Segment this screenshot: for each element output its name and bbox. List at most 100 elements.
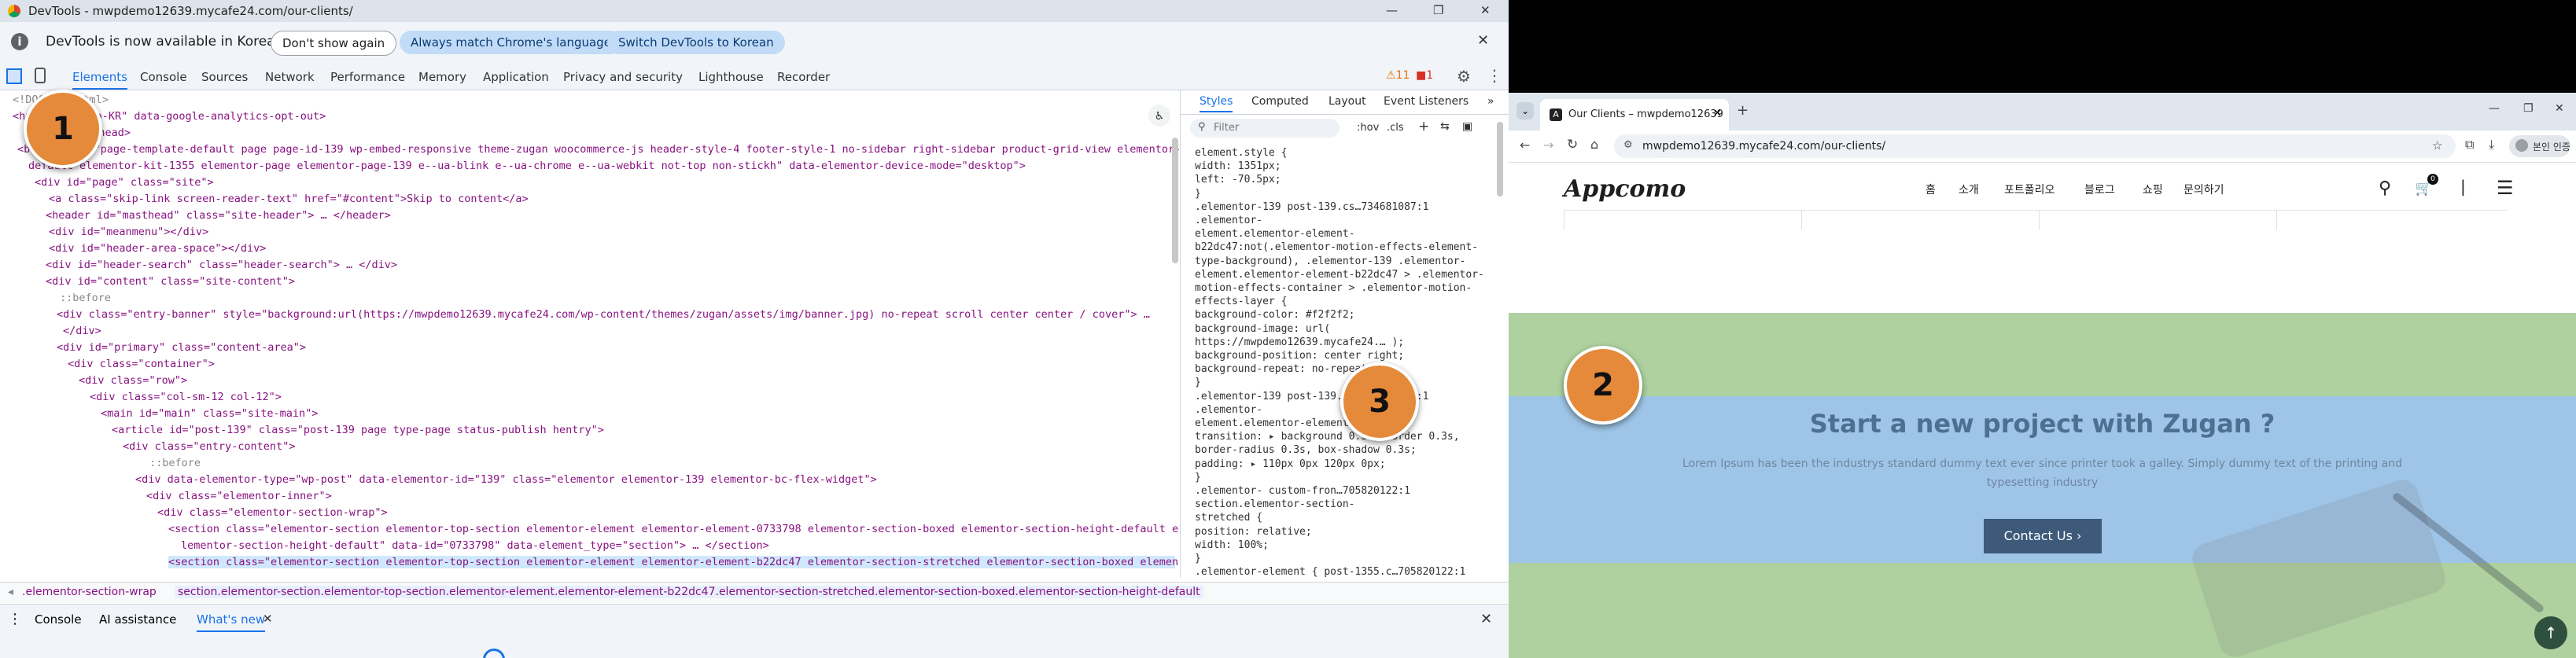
dom-pseudo[interactable]: ::before — [60, 292, 111, 304]
dom-node[interactable]: <div id="header-area-space"></div> — [49, 242, 266, 255]
css-rule-line[interactable]: background-repeat: no-repeat; — [1195, 363, 1373, 375]
nav-item-portfolio[interactable]: 포트폴리오 — [2004, 182, 2055, 197]
dom-node[interactable]: <main id="main" class="site-main"> — [101, 407, 318, 420]
css-rule-line[interactable]: type-background), .elementor-139 .elemen… — [1195, 255, 1465, 267]
dom-node[interactable]: <body class="page-template-default page … — [17, 143, 1181, 156]
home-icon[interactable]: ⌂ — [1590, 137, 1598, 152]
css-rule-line[interactable]: stretched { — [1195, 512, 1262, 524]
nav-item-contact[interactable]: 문의하기 — [2184, 182, 2224, 197]
tab-privacy-security[interactable]: Privacy and security — [563, 70, 683, 84]
dom-node[interactable]: <div class="col-sm-12 col-12"> — [90, 391, 282, 403]
css-rule-line[interactable]: element.elementor-element-b22dc47 > .ele… — [1195, 269, 1484, 281]
css-rule-line[interactable]: position: relative; — [1195, 526, 1312, 538]
new-tab-icon[interactable]: + — [1737, 102, 1749, 119]
css-rule-line[interactable]: .elementor- custom-fron…705820122:1 — [1195, 485, 1410, 497]
css-rule-line[interactable]: b22dc47:not(.elementor-motion-effects-el… — [1195, 241, 1478, 253]
url-text[interactable]: mwpdemo12639.mycafe24.com/our-clients/ — [1642, 140, 1885, 153]
tab-layout[interactable]: Layout — [1329, 95, 1366, 108]
dom-node[interactable]: <div id="content" class="site-content"> — [46, 275, 295, 288]
reload-icon[interactable]: ↻ — [1567, 137, 1578, 153]
dom-node[interactable]: </div> — [63, 325, 101, 337]
close-window-icon[interactable]: ✕ — [1480, 3, 1491, 17]
tab-console[interactable]: Console — [140, 70, 187, 84]
drawer-menu-icon[interactable]: ⋮ — [8, 611, 22, 627]
switch-language-button[interactable]: Switch DevTools to Korean — [607, 31, 785, 54]
close-infobar-icon[interactable]: ✕ — [1477, 32, 1489, 49]
css-rule-line[interactable]: width: 1351px; — [1195, 160, 1281, 172]
nav-item-shop[interactable]: 쇼핑 — [2143, 182, 2163, 197]
contact-us-button[interactable]: Contact Us › — [1984, 519, 2102, 553]
drawer-tab-console[interactable]: Console — [35, 612, 82, 627]
breadcrumb-left-arrow[interactable]: ◂ — [8, 586, 13, 598]
dom-node-selected[interactable]: <section class="elementor-section elemen… — [168, 556, 1178, 568]
css-rule-line[interactable]: left: -70.5px; — [1195, 174, 1281, 186]
css-rule-line[interactable]: background-color: #f2f2f2; — [1195, 309, 1355, 321]
dom-node[interactable]: <div id="meanmenu"></div> — [49, 226, 208, 238]
tab-computed[interactable]: Computed — [1251, 95, 1309, 108]
more-tabs-icon[interactable]: » — [1487, 95, 1494, 108]
css-rule-line[interactable]: padding: ▸ 110px 0px 120px 0px; — [1195, 458, 1386, 470]
css-rule-line[interactable]: section.elementor-section- — [1195, 498, 1355, 510]
tab-performance[interactable]: Performance — [330, 70, 405, 84]
tab-event-listeners[interactable]: Event Listeners — [1384, 95, 1469, 108]
tab-elements[interactable]: Elements — [72, 70, 127, 90]
more-options-icon[interactable]: ⋮ — [1487, 66, 1502, 85]
site-logo[interactable]: Appcomo — [1564, 175, 1686, 203]
dom-node[interactable]: <a class="skip-link screen-reader-text" … — [49, 193, 529, 205]
dom-node[interactable]: <div class="row"> — [79, 374, 187, 387]
css-rule-line[interactable]: } — [1195, 553, 1201, 564]
css-rule-line[interactable]: background-image: url( — [1195, 323, 1330, 335]
tab-recorder[interactable]: Recorder — [777, 70, 830, 84]
add-rule-icon[interactable]: + — [1418, 119, 1429, 134]
dom-pseudo[interactable]: ::before — [149, 457, 201, 469]
menu-hamburger-icon[interactable]: ☰ — [2497, 177, 2514, 199]
dom-node[interactable]: <div id="page" class="site"> — [35, 176, 214, 189]
close-window-icon[interactable]: ✕ — [2555, 102, 2564, 115]
dom-node[interactable]: default elementor-kit-1355 elementor-pag… — [28, 160, 1026, 172]
dom-node[interactable]: <div data-elementor-type="wp-post" data-… — [135, 473, 877, 486]
toggle-element-state-icon[interactable]: ⇆ — [1440, 120, 1450, 133]
download-icon[interactable]: ⤓ — [2489, 137, 2494, 153]
back-icon[interactable]: ← — [1520, 138, 1530, 153]
accessibility-icon[interactable]: ♿ — [1148, 105, 1170, 127]
scroll-top-icon[interactable]: ↑ — [2534, 616, 2567, 649]
css-rule-line[interactable]: } — [1195, 472, 1201, 483]
tab-network[interactable]: Network — [265, 70, 315, 84]
computed-sidebar-icon[interactable]: ▣ — [1462, 120, 1472, 133]
search-icon[interactable]: ⚲ — [2379, 178, 2391, 198]
match-language-button[interactable]: Always match Chrome's language — [400, 31, 622, 54]
browser-tab[interactable]: A Our Clients – mwpdemo12639 ✕ — [1540, 99, 1729, 130]
dom-node[interactable]: <div class="entry-content"> — [123, 440, 295, 453]
dom-node[interactable]: <div id="header-search" class="header-se… — [46, 259, 397, 271]
tab-application[interactable]: Application — [483, 70, 549, 84]
dom-node[interactable]: <div class="elementor-inner"> — [146, 490, 332, 502]
dom-node[interactable]: <div class="elementor-section-wrap"> — [157, 506, 388, 519]
dom-node[interactable]: <header id="masthead" class="site-header… — [46, 209, 391, 222]
dom-node[interactable]: <article id="post-139" class="post-139 p… — [112, 424, 604, 436]
tab-styles[interactable]: Styles — [1200, 95, 1233, 112]
close-tab-icon[interactable]: ✕ — [1713, 108, 1722, 119]
css-rule-line[interactable]: background-position: center right; — [1195, 350, 1404, 362]
breadcrumb-item[interactable]: .elementor-section-wrap — [22, 586, 157, 598]
inspect-element-icon[interactable] — [6, 68, 22, 84]
dom-node[interactable]: lementor-section-height-default" data-id… — [181, 539, 769, 552]
css-rule-line[interactable]: } — [1195, 188, 1201, 200]
tab-lighthouse[interactable]: Lighthouse — [698, 70, 764, 84]
css-rule-line[interactable]: https://mwpdemo12639.mycafe24.… ); — [1195, 336, 1404, 348]
css-rule-line[interactable]: } — [1195, 377, 1201, 388]
css-rule-line[interactable]: .elementor- — [1195, 215, 1262, 226]
minimize-icon[interactable]: — — [2489, 102, 2500, 115]
address-bar[interactable]: ⚙ mwpdemo12639.mycafe24.com/our-clients/… — [1614, 134, 2456, 158]
settings-gear-icon[interactable]: ⚙ — [1457, 67, 1471, 86]
hov-button[interactable]: :hov — [1357, 122, 1379, 134]
close-drawer-icon[interactable]: ✕ — [1480, 611, 1492, 627]
dont-show-again-button[interactable]: Don't show again — [271, 31, 397, 56]
nav-item-about[interactable]: 소개 — [1959, 182, 1979, 197]
profile-chip[interactable]: 본인 인증 — [2509, 135, 2570, 157]
css-rule-line[interactable]: motion-effects-container > .elementor-mo… — [1195, 282, 1472, 294]
css-rule-line[interactable]: .elementor-element { post-1355.c…7058201… — [1195, 566, 1465, 578]
site-info-icon[interactable]: ⚙ — [1623, 139, 1633, 151]
extensions-icon[interactable]: ⧉ — [2465, 137, 2474, 153]
device-toolbar-icon[interactable] — [35, 68, 46, 83]
warnings-counter[interactable]: ⚠11 — [1386, 69, 1410, 82]
